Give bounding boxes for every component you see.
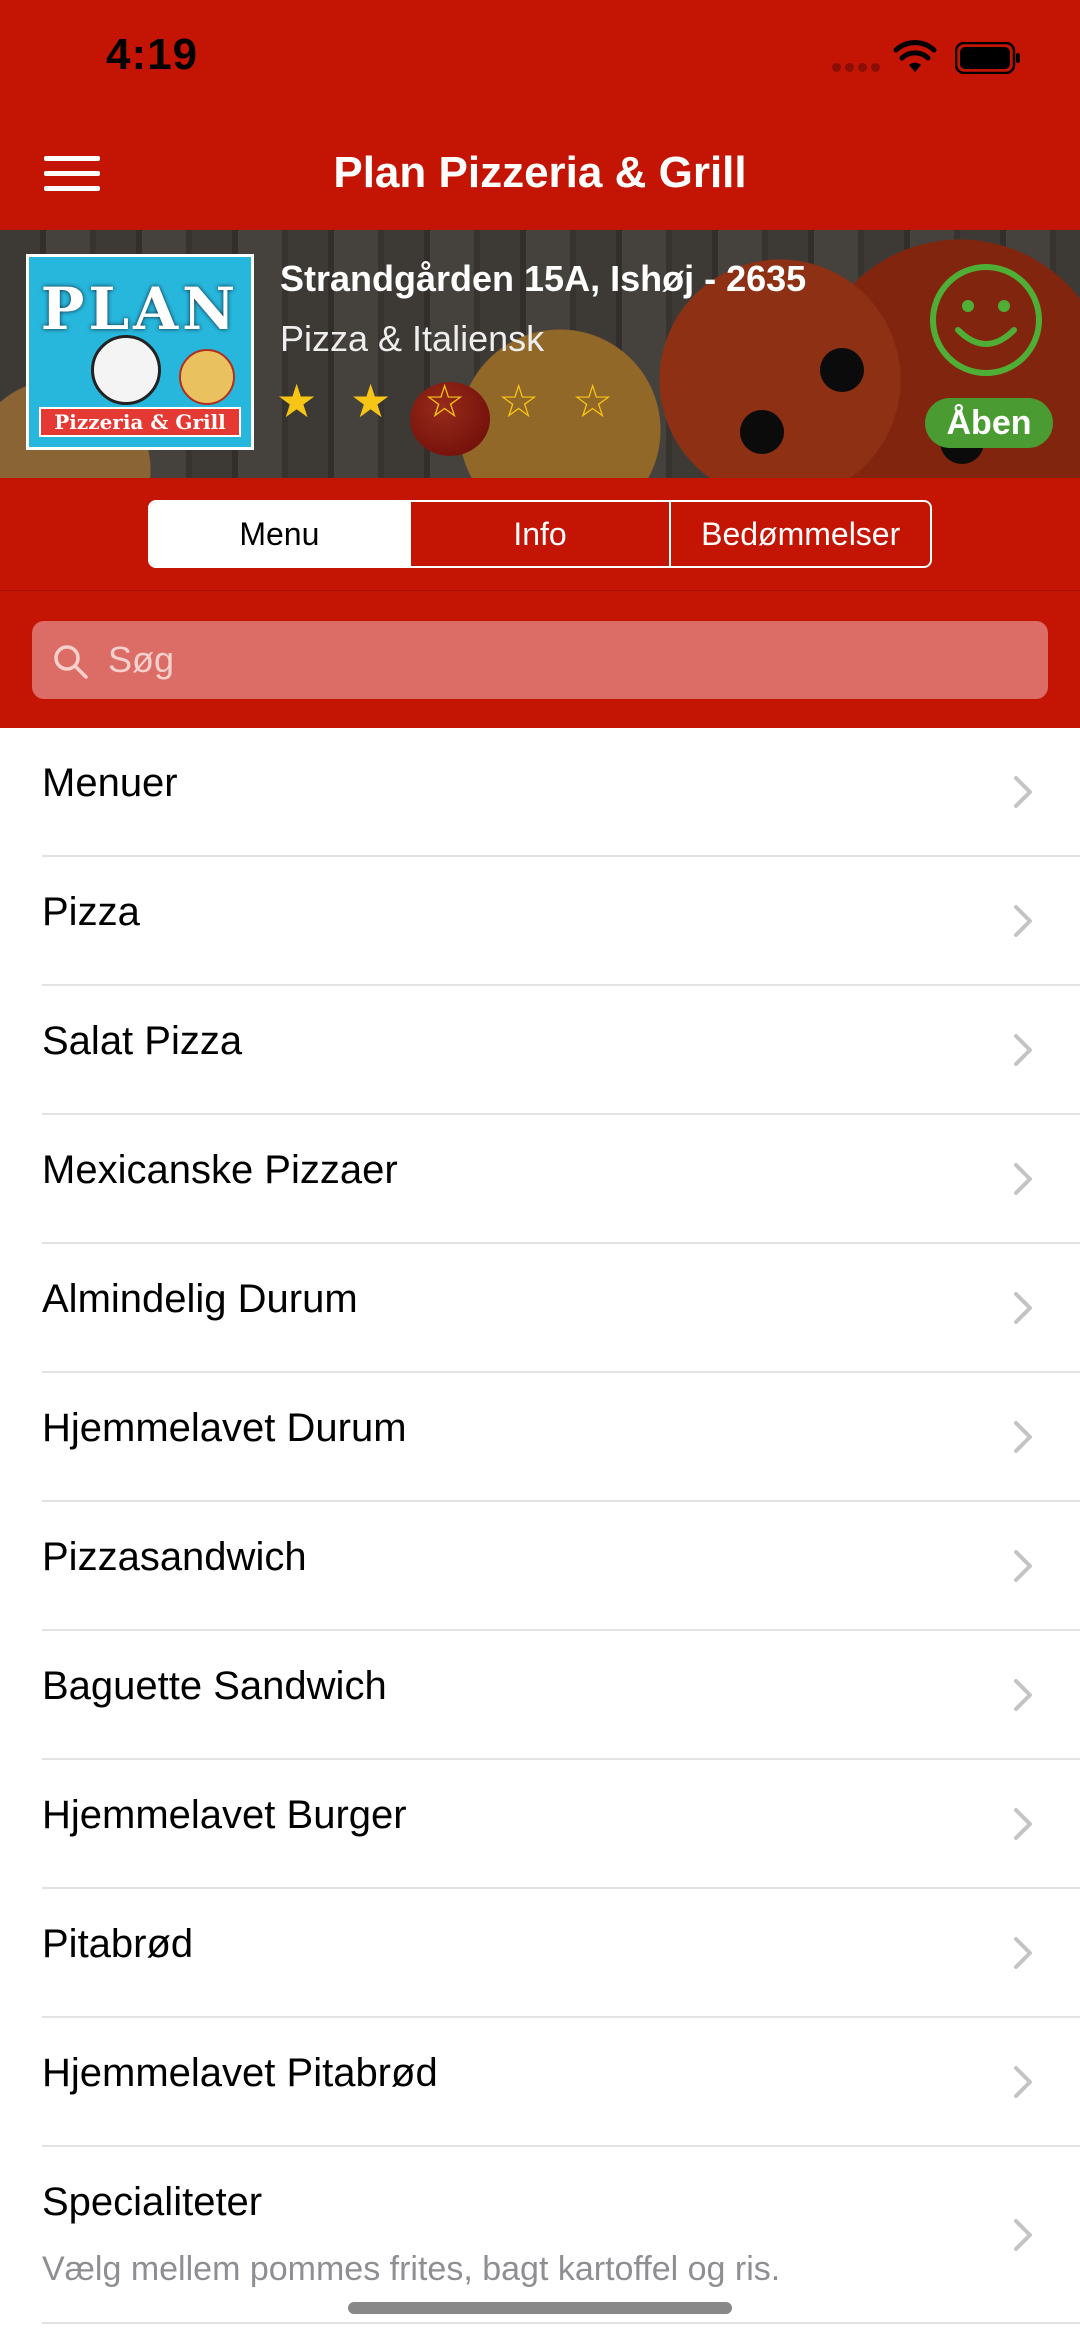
list-item[interactable]: Salat Pizza (0, 986, 1080, 1115)
list-item-label: Salat Pizza (42, 1019, 243, 1063)
restaurant-cuisine: Pizza & Italiensk (280, 318, 545, 359)
star-empty-icon: ☆ (498, 375, 540, 427)
home-indicator (348, 2302, 732, 2314)
star-filled-icon: ★ (276, 375, 318, 427)
chevron-right-icon (1014, 1679, 1032, 1711)
restaurant-logo: PLAN Pizzeria & Grill (26, 254, 254, 450)
chevron-right-icon (1014, 1163, 1032, 1195)
battery-icon (955, 42, 1020, 74)
tab-menu[interactable]: Menu (150, 502, 409, 566)
chevron-right-icon (1014, 1421, 1032, 1453)
list-item-label: Specialiteter (42, 2180, 263, 2224)
list-item[interactable]: Pizzasandwich (0, 1502, 1080, 1631)
cellular-signal-icon (832, 63, 882, 73)
list-item-subtitle: Vælg mellem pommes frites, bagt kartoffe… (42, 2250, 781, 2288)
tabs-area: Menu Info Bedømmelser (0, 478, 1080, 590)
logo-subtitle: Pizzeria & Grill (39, 407, 241, 437)
list-item[interactable]: Hjemmelavet Durum (0, 1373, 1080, 1502)
wifi-icon (893, 40, 937, 72)
logo-figure (91, 335, 161, 405)
list-item-label: Hjemmelavet Pitabrød (42, 2051, 438, 2095)
list-item-label: Pitabrød (42, 1922, 194, 1966)
list-item-label: Menuer (42, 761, 178, 805)
status-bar: 4:19 (0, 0, 1080, 120)
tab-ratings[interactable]: Bedømmelser (669, 502, 930, 566)
chevron-right-icon (1014, 776, 1032, 808)
chevron-right-icon (1014, 905, 1032, 937)
list-item[interactable]: Menuer (0, 728, 1080, 857)
chevron-right-icon (1014, 1550, 1032, 1582)
chevron-right-icon (1014, 2066, 1032, 2098)
search-icon (54, 645, 88, 679)
chevron-right-icon (1014, 2219, 1032, 2251)
list-item-label: Pizzasandwich (42, 1535, 307, 1579)
star-empty-icon: ☆ (424, 375, 466, 427)
chevron-right-icon (1014, 1292, 1032, 1324)
star-filled-icon: ★ (350, 375, 392, 427)
list-item[interactable]: Baguette Sandwich (0, 1631, 1080, 1760)
logo-text: PLAN (40, 275, 240, 343)
search-area (0, 590, 1080, 728)
restaurant-address: Strandgården 15A, Ishøj - 2635 (280, 258, 807, 299)
list-item-label: Hjemmelavet Burger (42, 1793, 407, 1837)
list-item-label: Hjemmelavet Durum (42, 1406, 407, 1450)
status-time: 4:19 (106, 30, 199, 79)
smiley-icon (930, 264, 1042, 376)
restaurant-banner: PLAN Pizzeria & Grill Strandgården 15A, … (0, 230, 1080, 478)
chevron-right-icon (1014, 1937, 1032, 1969)
menu-category-list: Menuer Pizza Salat Pizza Mexicanske Pizzaer… (0, 728, 1080, 2324)
list-item-label: Almindelig Durum (42, 1277, 358, 1321)
list-item-label: Pizza (42, 890, 140, 934)
search-box[interactable] (32, 621, 1048, 699)
list-item[interactable]: Mexicanske Pizzaer (0, 1115, 1080, 1244)
search-input[interactable] (108, 621, 1028, 699)
open-status-badge: Åben (925, 398, 1053, 448)
list-item[interactable]: Pitabrød (0, 1889, 1080, 2018)
list-item[interactable]: Hjemmelavet Burger (0, 1760, 1080, 1889)
star-empty-icon: ☆ (572, 375, 614, 427)
list-item[interactable]: Hjemmelavet Pitabrød (0, 2018, 1080, 2147)
row-separator (42, 2322, 1080, 2324)
list-item[interactable]: Pizza (0, 857, 1080, 986)
page-title: Plan Pizzeria & Grill (333, 148, 747, 197)
list-item-label: Baguette Sandwich (42, 1664, 387, 1708)
list-item[interactable]: Specialiteter Vælg mellem pommes frites, … (0, 2147, 1080, 2324)
logo-pizza (179, 349, 235, 405)
chevron-right-icon (1014, 1808, 1032, 1840)
list-item-label: Mexicanske Pizzaer (42, 1148, 398, 1192)
nav-bar: Plan Pizzeria & Grill (0, 120, 1080, 230)
tab-info[interactable]: Info (408, 502, 670, 566)
chevron-right-icon (1014, 1034, 1032, 1066)
list-item[interactable]: Almindelig Durum (0, 1244, 1080, 1373)
segmented-control: Menu Info Bedømmelser (148, 500, 932, 568)
